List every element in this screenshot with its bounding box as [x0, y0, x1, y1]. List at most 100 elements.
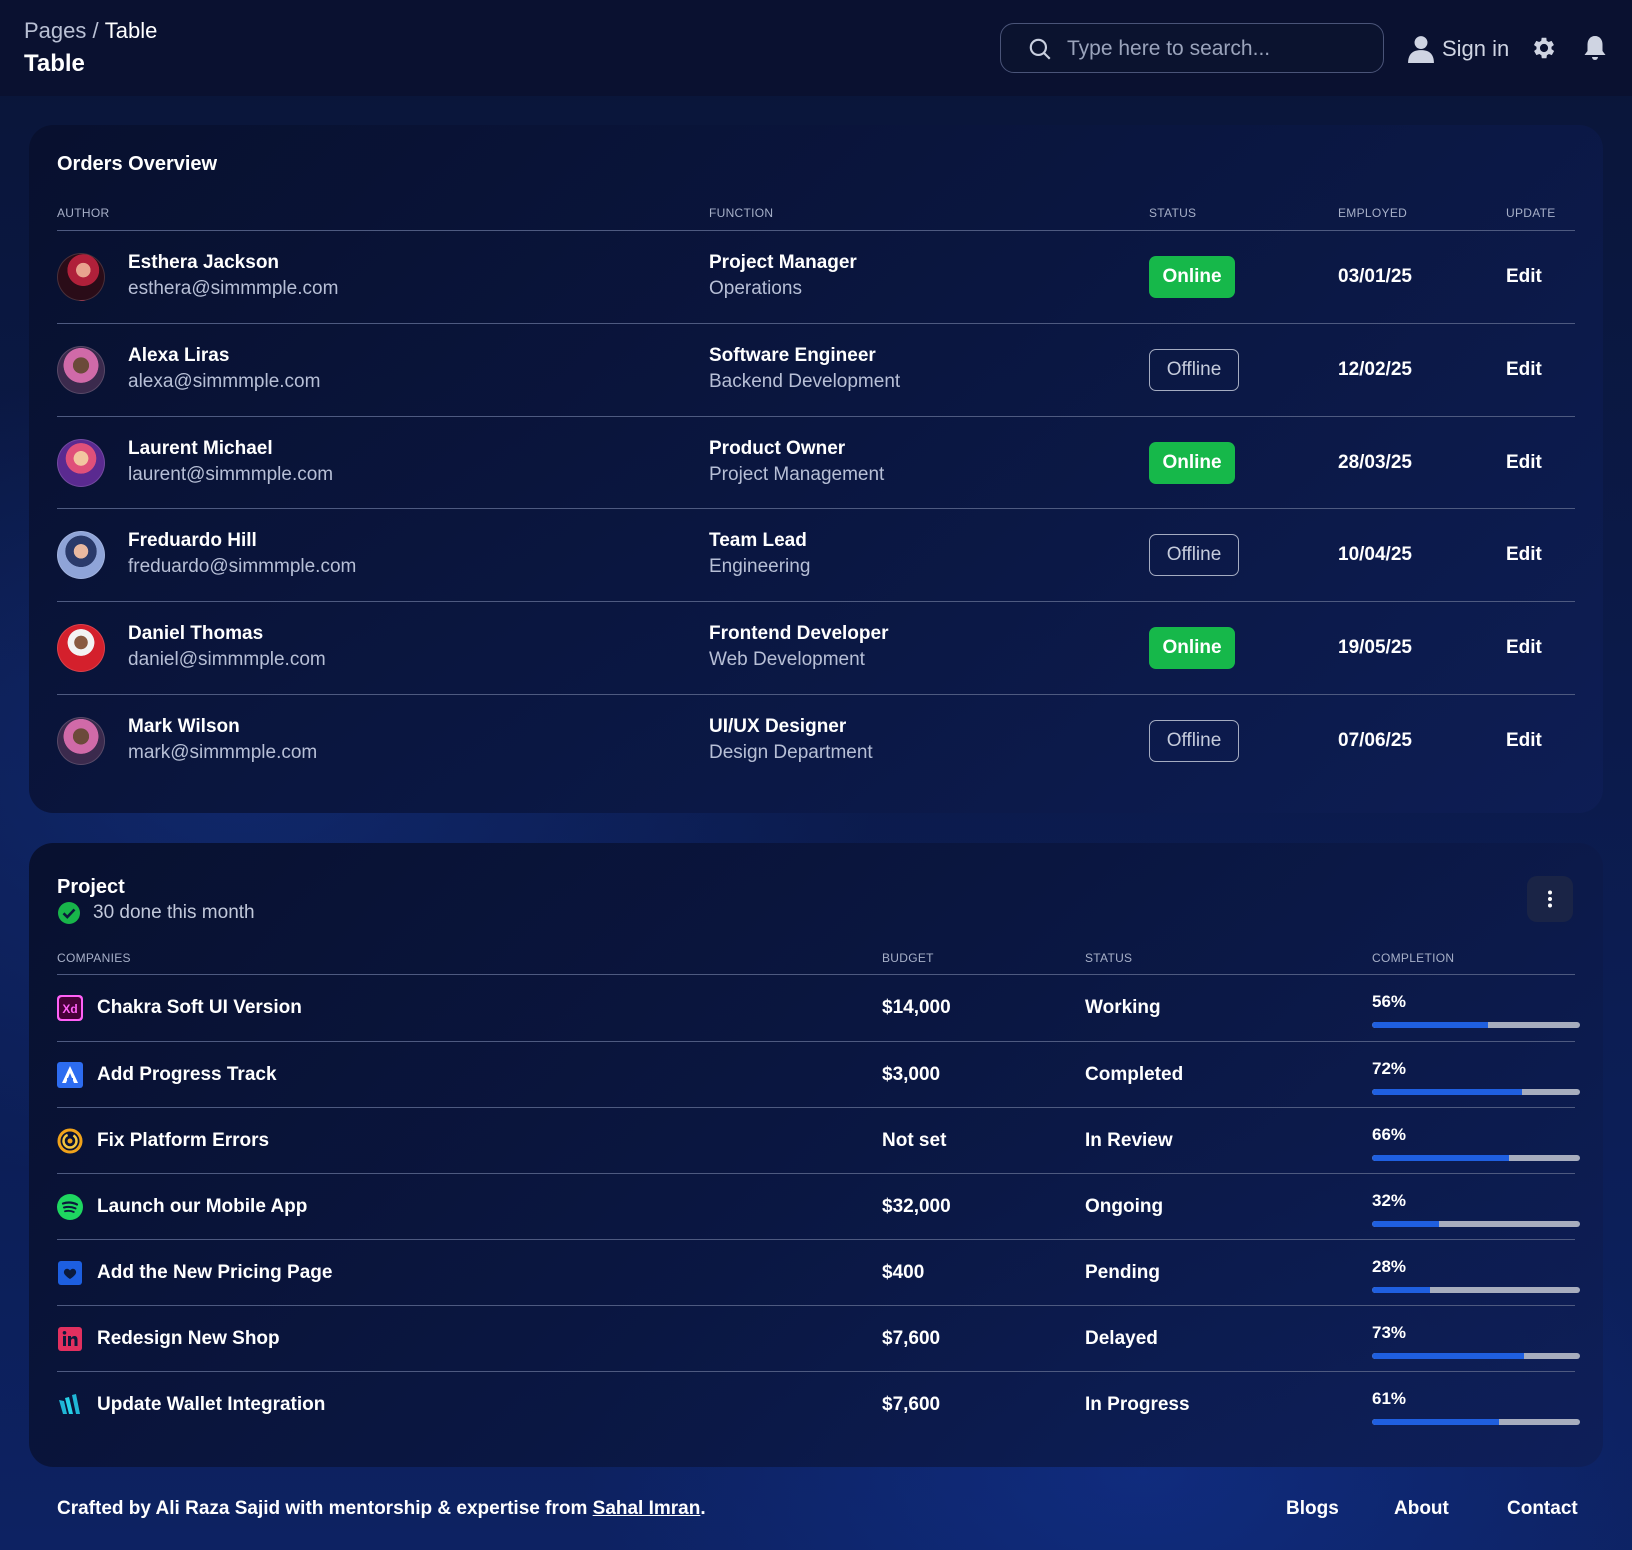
footer-link-about[interactable]: About [1394, 1498, 1449, 1520]
search-input[interactable] [1067, 32, 1367, 66]
bell-icon[interactable] [1583, 34, 1607, 62]
footer-link-blogs[interactable]: Blogs [1286, 1498, 1339, 1520]
vertical-dots-icon [1548, 890, 1552, 908]
search-box[interactable] [1000, 23, 1384, 73]
table-row: Launch our Mobile App $32,000 Ongoing 32… [57, 1174, 1580, 1240]
company-name: Add the New Pricing Page [97, 1262, 333, 1283]
budget-value: Not set [882, 1130, 947, 1151]
author-name: Freduardo Hill [128, 530, 257, 551]
gear-icon[interactable] [1530, 34, 1558, 62]
author-name: Esthera Jackson [128, 252, 280, 273]
function-role: Software Engineer [709, 345, 876, 366]
col-completion: COMPLETION [1372, 951, 1455, 965]
budget-value: $14,000 [882, 997, 951, 1018]
footer-credit-link[interactable]: Sahal Imran [593, 1498, 701, 1519]
avatar [57, 439, 105, 487]
more-options-button[interactable] [1527, 876, 1573, 922]
project-status: In Progress [1085, 1394, 1190, 1415]
author-email: esthera@simmmple.com [128, 278, 339, 299]
table-row: Freduardo Hill freduardo@simmmple.com Te… [57, 509, 1575, 601]
status-badge: Online [1149, 627, 1235, 669]
footer-link-contact[interactable]: Contact [1507, 1498, 1578, 1520]
breadcrumb-pages-link[interactable]: Pages [24, 18, 86, 43]
author-name: Laurent Michael [128, 438, 273, 459]
col-update: UPDATE [1506, 206, 1556, 220]
col-companies: COMPANIES [57, 951, 131, 965]
done-summary: 30 done this month [57, 901, 255, 925]
table-row: Mark Wilson mark@simmmple.com UI/UX Desi… [57, 695, 1575, 787]
company-name: Add Progress Track [97, 1064, 277, 1085]
check-circle-icon [58, 902, 80, 924]
status-badge: Online [1149, 442, 1235, 484]
wallet-logo-icon [59, 1394, 80, 1414]
edit-button[interactable]: Edit [1506, 266, 1542, 288]
function-department: Operations [709, 278, 802, 299]
progress-bar [1372, 1353, 1580, 1359]
col-budget: BUDGET [882, 951, 934, 965]
avatar [57, 253, 105, 301]
budget-value: $400 [882, 1262, 925, 1283]
project-card: Project 30 done this month COMPANIES BUD… [29, 843, 1603, 1467]
completion-percent: 61% [1372, 1389, 1407, 1408]
edit-button[interactable]: Edit [1506, 730, 1542, 752]
edit-button[interactable]: Edit [1506, 544, 1542, 566]
avatar [57, 717, 105, 765]
function-department: Engineering [709, 556, 811, 577]
function-department: Project Management [709, 464, 885, 485]
budget-value: $7,600 [882, 1394, 941, 1415]
author-name: Daniel Thomas [128, 623, 264, 644]
function-role: Frontend Developer [709, 623, 889, 644]
progress-fill [1372, 1353, 1524, 1359]
avatar [57, 624, 105, 672]
function-department: Design Department [709, 742, 873, 763]
page-title: Table [24, 50, 85, 77]
table-row: Xd Chakra Soft UI Version $14,000 Workin… [57, 975, 1580, 1041]
table-row: Add the New Pricing Page $400 Pending 28… [57, 1240, 1580, 1306]
progress-fill [1372, 1287, 1431, 1293]
function-role: Product Owner [709, 438, 846, 459]
avatar [57, 531, 105, 579]
edit-button[interactable]: Edit [1506, 452, 1542, 474]
company-name: Update Wallet Integration [97, 1394, 326, 1415]
breadcrumb-separator: / [92, 18, 99, 43]
table-row: Redesign New Shop $7,600 Delayed 73% [57, 1306, 1580, 1372]
progress-bar [1372, 1022, 1580, 1028]
completion-percent: 72% [1372, 1059, 1407, 1078]
employed-date: 28/03/25 [1338, 452, 1412, 473]
company-name: Launch our Mobile App [97, 1196, 308, 1217]
progress-bar [1372, 1089, 1580, 1095]
table-row: Fix Platform Errors Not set In Review 66… [57, 1108, 1580, 1174]
edit-button[interactable]: Edit [1506, 359, 1542, 381]
project-status: Ongoing [1085, 1196, 1164, 1217]
project-status: Working [1085, 997, 1161, 1018]
sign-in-button[interactable]: Sign in [1408, 33, 1509, 65]
status-badge: Online [1149, 256, 1235, 298]
breadcrumb-current: Table [104, 18, 158, 43]
progress-bar [1372, 1221, 1580, 1227]
status-badge: Offline [1149, 349, 1239, 391]
heart-badge-icon [58, 1261, 82, 1285]
progress-fill [1372, 1221, 1439, 1227]
employed-date: 03/01/25 [1338, 266, 1412, 287]
progress-fill [1372, 1022, 1489, 1028]
table-row: Alexa Liras alexa@simmmple.com Software … [57, 324, 1575, 416]
col-project-status: STATUS [1085, 951, 1133, 965]
project-status: Pending [1085, 1262, 1160, 1283]
footer-credit-end: . [700, 1498, 706, 1519]
author-name: Mark Wilson [128, 716, 240, 737]
company-name: Fix Platform Errors [97, 1130, 270, 1151]
budget-value: $3,000 [882, 1064, 941, 1085]
project-status: In Review [1085, 1130, 1173, 1151]
swirl-icon [57, 1128, 83, 1154]
svg-text:Xd: Xd [62, 1002, 77, 1016]
search-icon [1029, 38, 1051, 60]
progress-fill [1372, 1419, 1499, 1425]
table-row: Esthera Jackson esthera@simmmple.com Pro… [57, 231, 1575, 323]
edit-button[interactable]: Edit [1506, 637, 1542, 659]
completion-percent: 28% [1372, 1257, 1407, 1276]
table-row: Daniel Thomas daniel@simmmple.com Fronte… [57, 602, 1575, 694]
function-role: Team Lead [709, 530, 807, 551]
company-name: Redesign New Shop [97, 1328, 280, 1349]
avatar [57, 346, 105, 394]
completion-percent: 56% [1372, 992, 1407, 1011]
